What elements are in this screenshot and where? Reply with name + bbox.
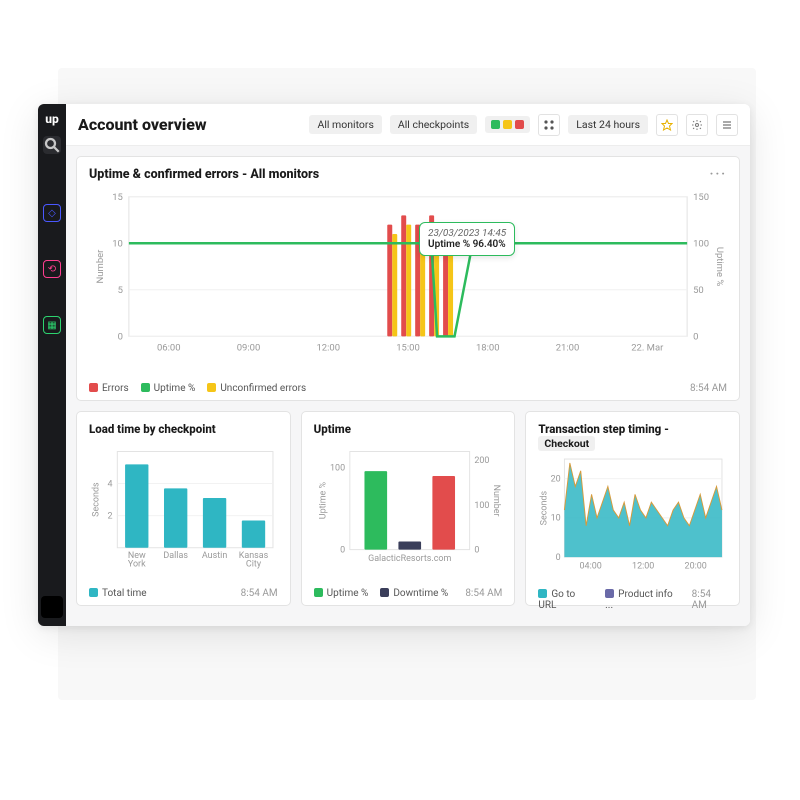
chart-uptime-errors: 05101505010015006:0009:0012:0015:0018:00… xyxy=(89,184,727,379)
page-title: Account overview xyxy=(78,115,207,134)
chart-load-time: 24SecondsNewYorkDallasAustinKansasCity xyxy=(89,436,278,584)
sidebar-item-3[interactable]: ▦ xyxy=(43,316,61,334)
content: Uptime & confirmed errors - All monitors… xyxy=(66,146,750,626)
svg-text:15:00: 15:00 xyxy=(396,342,420,353)
svg-text:50: 50 xyxy=(693,285,704,296)
svg-text:2: 2 xyxy=(108,511,113,521)
segment-checkout[interactable]: Checkout xyxy=(538,436,595,451)
panel-title-text: Uptime & confirmed errors - All monitors xyxy=(89,167,319,182)
svg-text:21:00: 21:00 xyxy=(556,342,580,353)
svg-text:18:00: 18:00 xyxy=(476,342,500,353)
panel-transaction: Transaction step timing - Checkout 0 10 20… xyxy=(525,411,740,606)
star-icon[interactable] xyxy=(656,114,678,136)
legend-item: Uptime % xyxy=(141,383,196,394)
svg-text:06:00: 06:00 xyxy=(157,342,181,353)
filter-checkpoints[interactable]: All checkpoints xyxy=(390,115,477,134)
svg-text:15: 15 xyxy=(112,192,123,203)
legend-item: Errors xyxy=(89,383,129,394)
panel-uptime-errors: Uptime & confirmed errors - All monitors… xyxy=(76,156,740,401)
filter-range[interactable]: Last 24 hours xyxy=(568,115,648,134)
sidebar-item-2[interactable]: ⟲ xyxy=(43,260,61,278)
svg-text:0: 0 xyxy=(474,545,479,555)
svg-text:100: 100 xyxy=(474,501,489,511)
svg-text:100: 100 xyxy=(330,464,345,474)
legend-item: Go to URL xyxy=(538,589,593,611)
svg-text:10: 10 xyxy=(551,514,561,524)
panel-row: Load time by checkpoint 24SecondsNewYork… xyxy=(76,411,740,606)
legend-item: Uptime % xyxy=(314,588,369,599)
svg-text:09:00: 09:00 xyxy=(237,342,261,353)
legend-timestamp: 8:54 AM xyxy=(465,588,502,599)
svg-text:0: 0 xyxy=(118,331,123,342)
svg-text:Number: Number xyxy=(95,249,106,284)
chart-transaction: 0 10 20Seconds 04:00 12:00 20:00 xyxy=(538,450,727,585)
svg-text:Number: Number xyxy=(491,485,501,517)
svg-text:Uptime %: Uptime % xyxy=(714,247,725,287)
svg-text:200: 200 xyxy=(474,456,489,466)
panel-title-text: Load time by checkpoint xyxy=(89,422,278,436)
panel-uptime: Uptime 0 100 0 100 200 Uptime % Number Galactic… xyxy=(301,411,516,606)
panel-more-icon[interactable]: ··· xyxy=(710,167,727,182)
panel-title-text: Uptime xyxy=(314,422,503,436)
svg-text:20:00: 20:00 xyxy=(685,561,707,571)
svg-text:Dallas: Dallas xyxy=(163,551,188,561)
legend-item: Product info ... xyxy=(605,589,679,611)
status-dot-ok-icon xyxy=(491,120,500,129)
sidebar: up ◇ ⟲ ▦ xyxy=(38,104,66,626)
legend-timestamp: 8:54 AM xyxy=(241,588,278,599)
menu-icon[interactable] xyxy=(716,114,738,136)
svg-text:GalacticResorts.com: GalacticResorts.com xyxy=(368,554,451,564)
panel-load-time: Load time by checkpoint 24SecondsNewYork… xyxy=(76,411,291,606)
svg-text:5: 5 xyxy=(118,285,123,296)
panel-title-text: Transaction step timing - Checkout xyxy=(538,422,727,450)
app-window: up ◇ ⟲ ▦ Account overview All monitors A… xyxy=(38,104,750,626)
status-dot-warn-icon xyxy=(503,120,512,129)
legend-item: Unconfirmed errors xyxy=(207,383,306,394)
svg-text:0: 0 xyxy=(340,545,345,555)
svg-text:12:00: 12:00 xyxy=(316,342,340,353)
sidebar-item-1[interactable]: ◇ xyxy=(43,204,61,222)
chart-uptime: 0 100 0 100 200 Uptime % Number GalacticResorts… xyxy=(314,436,503,584)
svg-text:10: 10 xyxy=(112,238,123,249)
svg-text:12:00: 12:00 xyxy=(632,561,654,571)
svg-text:0: 0 xyxy=(693,331,698,342)
legend-timestamp: 8:54 AM xyxy=(692,589,727,611)
svg-text:Uptime %: Uptime % xyxy=(318,481,328,519)
main-area: Account overview All monitors All checkp… xyxy=(66,104,750,626)
status-filter[interactable] xyxy=(485,116,530,133)
svg-text:04:00: 04:00 xyxy=(580,561,602,571)
svg-text:100: 100 xyxy=(693,238,709,249)
topbar: Account overview All monitors All checkp… xyxy=(66,104,750,146)
svg-text:0: 0 xyxy=(556,553,561,563)
status-dot-err-icon xyxy=(515,120,524,129)
svg-text:20: 20 xyxy=(551,474,561,484)
svg-text:York: York xyxy=(128,560,146,570)
search-icon[interactable] xyxy=(43,136,61,154)
svg-text:City: City xyxy=(246,560,262,570)
svg-text:Seconds: Seconds xyxy=(91,482,101,517)
svg-text:Austin: Austin xyxy=(202,551,227,561)
legend-item: Total time xyxy=(89,588,147,599)
sidebar-bottom-icon[interactable] xyxy=(41,596,63,618)
svg-text:150: 150 xyxy=(693,192,709,203)
svg-text:Seconds: Seconds xyxy=(540,490,550,525)
svg-text:4: 4 xyxy=(108,479,113,489)
grid-view-icon[interactable] xyxy=(538,114,560,136)
gear-icon[interactable] xyxy=(686,114,708,136)
legend-timestamp: 8:54 AM xyxy=(690,383,727,394)
brand-logo: up xyxy=(45,112,59,126)
filter-monitors[interactable]: All monitors xyxy=(309,115,381,134)
legend-item: Downtime % xyxy=(380,588,448,599)
legend-uptime-errors: Errors Uptime % Unconfirmed errors 8:54 … xyxy=(89,383,727,394)
svg-text:22. Mar: 22. Mar xyxy=(631,342,664,353)
